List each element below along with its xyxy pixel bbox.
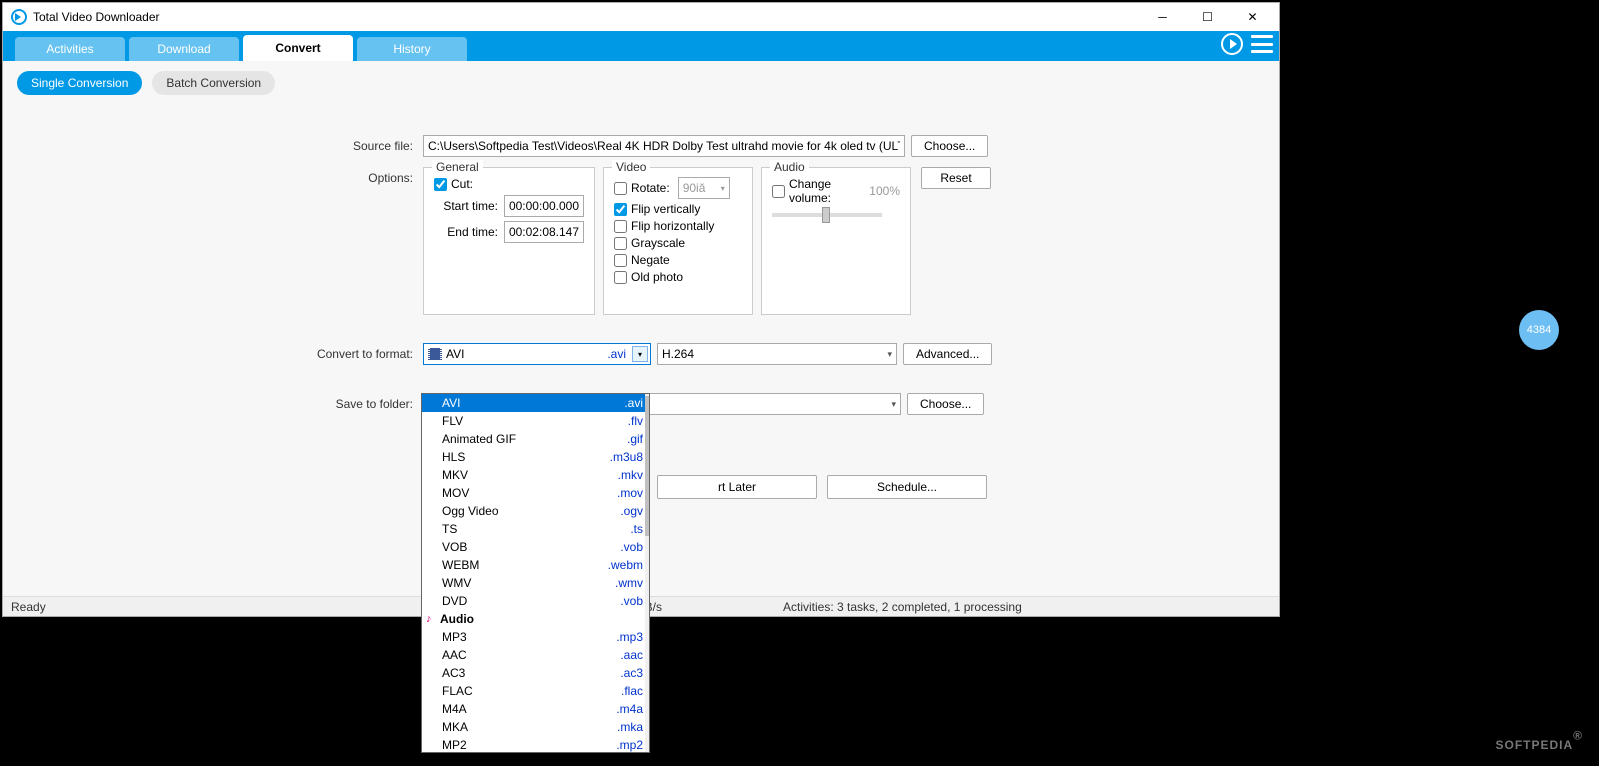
convert-later-button[interactable]: rt Later xyxy=(657,475,817,499)
dropdown-scrollbar[interactable] xyxy=(645,394,649,752)
format-option[interactable]: DVD.vob xyxy=(422,592,649,610)
format-option[interactable]: FLAC.flac xyxy=(422,682,649,700)
close-button[interactable]: ✕ xyxy=(1230,3,1275,31)
batch-conversion-tab[interactable]: Batch Conversion xyxy=(152,71,275,95)
badge: 4384 xyxy=(1519,310,1559,350)
maximize-button[interactable]: ☐ xyxy=(1185,3,1230,31)
audio-fieldset: Audio Change volume: 100% xyxy=(761,167,911,315)
end-time-label: End time: xyxy=(434,225,498,239)
grayscale-label: Grayscale xyxy=(631,236,685,250)
format-option[interactable]: MKV.mkv xyxy=(422,466,649,484)
start-time-input[interactable] xyxy=(504,195,584,217)
video-title: Video xyxy=(612,160,650,174)
general-fieldset: General Cut: Start time: End time: xyxy=(423,167,595,315)
grayscale-checkbox[interactable] xyxy=(614,237,627,250)
old-photo-checkbox[interactable] xyxy=(614,271,627,284)
format-select[interactable]: AVI .avi ▾ xyxy=(423,343,651,365)
app-icon xyxy=(11,9,27,25)
volume-slider-thumb[interactable] xyxy=(822,207,830,223)
save-to-label: Save to folder: xyxy=(3,397,423,411)
format-option[interactable]: HLS.m3u8 xyxy=(422,448,649,466)
format-option[interactable]: MKA.mka xyxy=(422,718,649,736)
minimize-button[interactable]: ─ xyxy=(1140,3,1185,31)
format-option[interactable]: AVI.avi xyxy=(422,394,649,412)
status-activities: Activities: 3 tasks, 2 completed, 1 proc… xyxy=(783,600,1022,614)
choose-source-button[interactable]: Choose... xyxy=(911,135,988,157)
format-selected-name: AVI xyxy=(446,347,464,361)
format-option[interactable]: AC3.ac3 xyxy=(422,664,649,682)
schedule-button[interactable]: Schedule... xyxy=(827,475,987,499)
sub-tabbar: Single Conversion Batch Conversion xyxy=(3,61,1279,105)
play-icon[interactable] xyxy=(1221,33,1243,55)
format-option[interactable]: Ogg Video.ogv xyxy=(422,502,649,520)
cut-checkbox[interactable] xyxy=(434,178,447,191)
format-group-header: ♪Audio xyxy=(422,610,649,628)
advanced-button[interactable]: Advanced... xyxy=(903,343,992,365)
single-conversion-tab[interactable]: Single Conversion xyxy=(17,71,142,95)
change-volume-checkbox[interactable] xyxy=(772,185,785,198)
codec-select[interactable]: H.264▾ xyxy=(657,343,897,365)
start-time-label: Start time: xyxy=(434,199,498,213)
flip-vertical-label: Flip vertically xyxy=(631,202,700,216)
options-label: Options: xyxy=(3,167,423,185)
music-icon: ♪ xyxy=(426,613,432,625)
format-option[interactable]: M4A.m4a xyxy=(422,700,649,718)
convert-to-label: Convert to format: xyxy=(3,347,423,361)
source-file-input[interactable] xyxy=(423,135,905,157)
format-dropdown: AVI.aviFLV.flvAnimated GIF.gifHLS.m3u8MK… xyxy=(421,393,650,753)
audio-title: Audio xyxy=(770,160,809,174)
format-option[interactable]: FLV.flv xyxy=(422,412,649,430)
format-option[interactable]: WEBM.webm xyxy=(422,556,649,574)
format-option[interactable]: Animated GIF.gif xyxy=(422,430,649,448)
flip-horizontal-checkbox[interactable] xyxy=(614,220,627,233)
format-option[interactable]: MP3.mp3 xyxy=(422,628,649,646)
choose-folder-button[interactable]: Choose... xyxy=(907,393,984,415)
titlebar: Total Video Downloader ─ ☐ ✕ xyxy=(3,3,1279,31)
source-file-label: Source file: xyxy=(3,139,423,153)
format-option[interactable]: WMV.wmv xyxy=(422,574,649,592)
flip-vertical-checkbox[interactable] xyxy=(614,203,627,216)
video-fieldset: Video Rotate: 90iă▾ Flip vertically Flip… xyxy=(603,167,753,315)
format-option[interactable]: AAC.aac xyxy=(422,646,649,664)
format-option[interactable]: VOB.vob xyxy=(422,538,649,556)
tab-activities[interactable]: Activities xyxy=(15,37,125,61)
reset-button[interactable]: Reset xyxy=(921,167,991,189)
rotate-label: Rotate: xyxy=(631,181,670,195)
film-icon xyxy=(428,348,442,360)
watermark: SOFTPEDIA® xyxy=(1495,725,1583,756)
volume-value: 100% xyxy=(869,184,900,198)
app-title: Total Video Downloader xyxy=(33,10,1140,24)
negate-label: Negate xyxy=(631,253,670,267)
dropdown-scrollbar-thumb[interactable] xyxy=(645,396,649,536)
format-option[interactable]: MOV.mov xyxy=(422,484,649,502)
rotate-select[interactable]: 90iă▾ xyxy=(678,177,730,199)
end-time-input[interactable] xyxy=(504,221,584,243)
format-selected-ext: .avi xyxy=(607,347,626,361)
negate-checkbox[interactable] xyxy=(614,254,627,267)
codec-value: H.264 xyxy=(662,347,694,361)
change-volume-label: Change volume: xyxy=(789,177,859,205)
format-option[interactable]: MP2.mp2 xyxy=(422,736,649,753)
volume-slider[interactable] xyxy=(772,213,882,217)
flip-horizontal-label: Flip horizontally xyxy=(631,219,714,233)
tab-history[interactable]: History xyxy=(357,37,467,61)
old-photo-label: Old photo xyxy=(631,270,683,284)
general-title: General xyxy=(432,160,483,174)
format-option[interactable]: TS.ts xyxy=(422,520,649,538)
chevron-down-icon[interactable]: ▾ xyxy=(632,346,648,362)
status-ready: Ready xyxy=(11,600,46,614)
tab-convert[interactable]: Convert xyxy=(243,35,353,61)
main-tabbar: Activities Download Convert History xyxy=(3,31,1279,61)
cut-label: Cut: xyxy=(451,177,473,191)
menu-icon[interactable] xyxy=(1251,35,1273,53)
rotate-checkbox[interactable] xyxy=(614,182,627,195)
tab-download[interactable]: Download xyxy=(129,37,239,61)
